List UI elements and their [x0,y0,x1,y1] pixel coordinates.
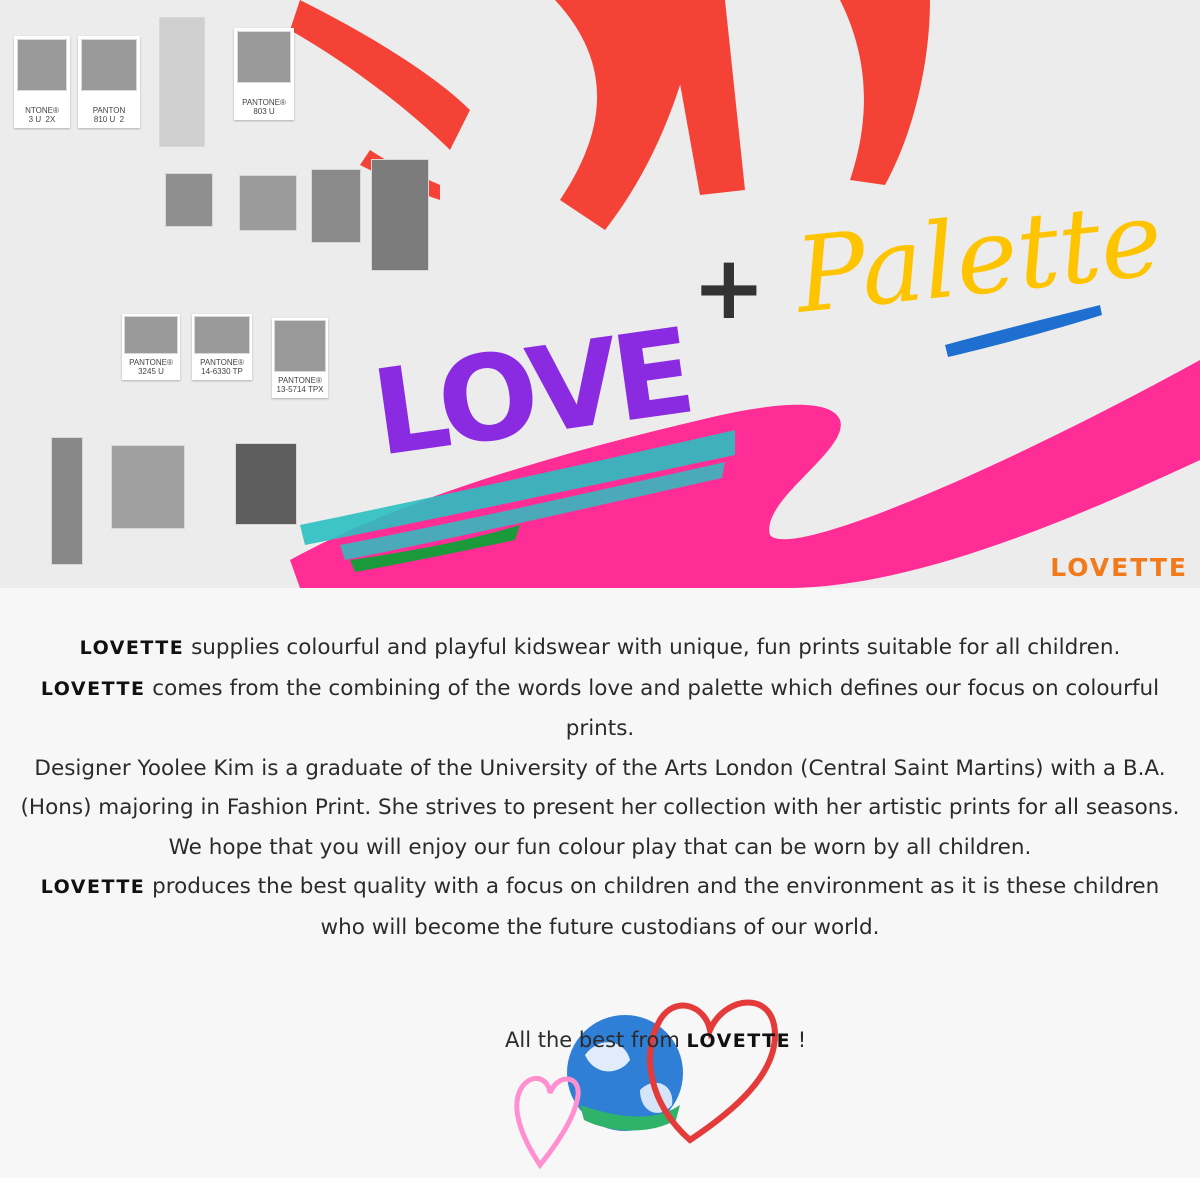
swatch-label: PANTONE® 14-6330 TP [200,358,244,376]
brand-name: LOVETTE [40,677,146,700]
fabric-sample [166,174,212,226]
pantone-card: PANTON 810 U 2 [78,36,140,128]
signoff-line: All the best from LOVETTE ! [505,1028,806,1052]
about-paragraph: LOVETTE supplies colourful and playful k… [20,628,1180,669]
about-paragraph: LOVETTE produces the best quality with a… [20,867,1180,947]
swatch-color [125,317,177,353]
brand-name: LOVETTE [79,637,185,659]
swatch-label: PANTONE® 3245 U [129,358,173,376]
headline-plus: + [692,236,766,339]
about-paragraph: LOVETTE comes from the combining of the … [20,669,1180,749]
swatch-label: PANTON 810 U 2 [92,106,126,124]
swatch-color [275,321,325,371]
brand-name: LOVETTE [686,1030,792,1052]
swatch-color [238,32,290,82]
red-brush-stroke [665,0,745,195]
fabric-sample [112,446,184,528]
about-text-segment: We hope that you will enjoy our fun colo… [168,834,1032,860]
pantone-card: PANTONE® 14-6330 TP [192,314,252,380]
swatch-color [82,40,136,90]
fabric-sample [236,444,296,524]
about-paragraph: We hope that you will enjoy our fun colo… [20,828,1180,868]
hero-brand-logo: LOVETTE [1050,553,1188,582]
fabric-sample [240,176,296,230]
pantone-card: PANTONE® 803 U [234,28,294,120]
signoff-text: All the best from [505,1028,687,1052]
fabric-sample [312,170,360,242]
thread-sample [52,438,82,564]
about-text-segment: comes from the combining of the words lo… [145,675,1160,742]
earth-hearts-illustration [514,999,779,1170]
about-text: LOVETTE supplies colourful and playful k… [20,628,1180,947]
swatch-color [18,40,66,90]
pantone-card: PANTONE® 13-5714 TPX [272,318,328,398]
thread-sample [160,18,204,146]
pantone-card: PANTONE® 3245 U [122,314,180,380]
about-text-segment: supplies colourful and playful kidswear … [184,635,1121,660]
headline-palette: Palette [788,177,1168,337]
heart-icon [514,1076,581,1170]
red-brush-stroke [290,0,470,150]
pantone-card: NTONE® 3 U 2X [14,36,70,128]
swatch-color [195,317,249,353]
swatch-label: PANTONE® 13-5714 TPX [276,376,324,394]
about-text-segment: Designer Yoolee Kim is a graduate of the… [20,755,1180,821]
swatch-label: PANTONE® 803 U [242,98,286,116]
about-paragraph: Designer Yoolee Kim is a graduate of the… [20,749,1180,828]
swatch-label: NTONE® 3 U 2X [25,106,59,124]
about-text-segment: produces the best quality with a focus o… [145,874,1160,940]
hero-banner: LOVE + Palette NTONE® 3 U 2X PANTON 810 … [0,0,1200,588]
fabric-sample [372,160,428,270]
brand-name: LOVETTE [40,876,146,898]
signoff-text: ! [791,1028,807,1052]
red-brush-stroke [840,0,930,185]
